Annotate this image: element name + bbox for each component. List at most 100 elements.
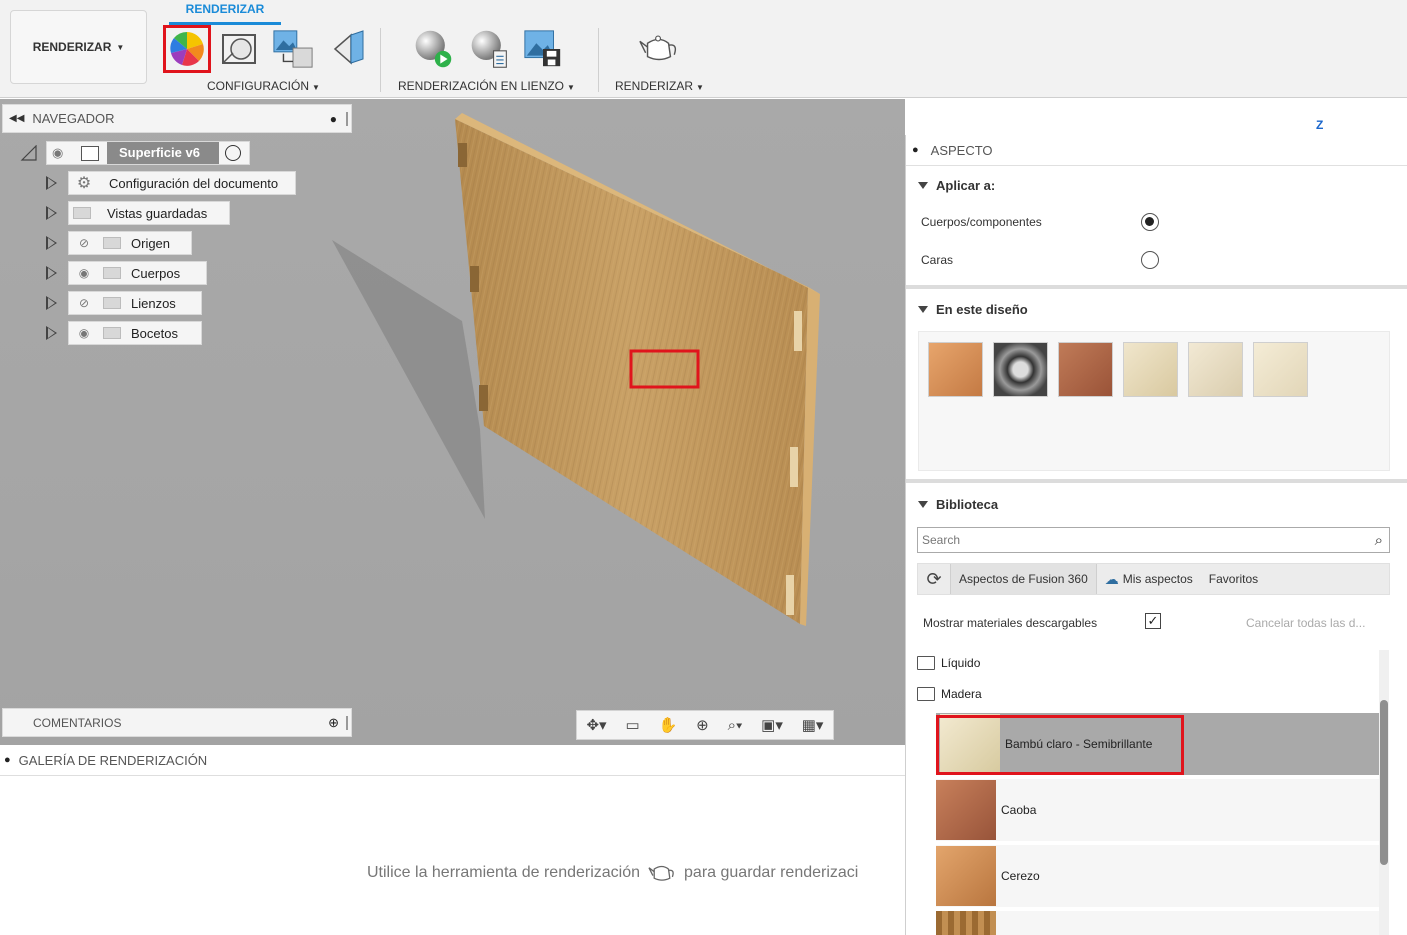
decal-button[interactable]: [328, 28, 370, 70]
browser-chip[interactable]: ◉ Bocetos: [68, 321, 202, 345]
folder-liquid[interactable]: Líquido: [917, 656, 980, 670]
texture-map-button[interactable]: [272, 28, 314, 70]
browser-chip[interactable]: ⊘ Lienzos: [68, 291, 202, 315]
tab-renderizar[interactable]: RENDERIZAR: [169, 2, 281, 16]
tab-my-appearances[interactable]: Mis aspectos: [1119, 564, 1201, 594]
tab-favorites[interactable]: Favoritos: [1201, 564, 1266, 594]
collapse-panel-icon[interactable]: ◀◀: [9, 113, 24, 124]
in-canvas-render-button[interactable]: [412, 28, 454, 70]
browser-chip[interactable]: ⊘ Origen: [68, 231, 192, 255]
apply-faces-radio[interactable]: [1141, 251, 1159, 269]
render-gallery-header[interactable]: ● GALERÍA DE RENDERIZACIÓN: [0, 745, 905, 776]
render-group-dropdown[interactable]: RENDERIZAR ▼: [615, 79, 704, 93]
wood-panel-model: [332, 113, 820, 626]
show-downloadable-checkbox[interactable]: ✓: [1145, 613, 1161, 629]
expand-arrow-icon[interactable]: [46, 206, 57, 220]
panel-resize-handle[interactable]: [346, 111, 348, 126]
expand-arrow-icon[interactable]: [46, 176, 57, 190]
triangle-expander-icon: [20, 145, 37, 161]
workspace-switcher-button[interactable]: RENDERIZAR ▼: [10, 10, 147, 84]
expand-arrow-icon[interactable]: [46, 236, 57, 250]
apply-bodies-label: Cuerpos/componentes: [921, 215, 1042, 229]
cancel-all-downloads-link[interactable]: Cancelar todas las d...: [1246, 616, 1365, 630]
library-title: Biblioteca: [936, 497, 999, 512]
browser-chip[interactable]: ⚙ Configuración del documento: [68, 171, 296, 195]
panel-options-icon[interactable]: ●: [330, 112, 337, 126]
3d-viewport[interactable]: [0, 99, 905, 745]
eye-icon[interactable]: ◉: [52, 145, 63, 161]
chevron-down-icon: ▼: [567, 83, 575, 92]
section-divider: [906, 285, 1407, 289]
folder-icon: [103, 267, 121, 279]
library-search-input[interactable]: [922, 529, 1375, 551]
orbit-icon[interactable]: ✥▾: [586, 716, 606, 734]
in-canvas-group-label: RENDERIZACIÓN EN LIENZO: [398, 79, 565, 93]
display-settings-icon[interactable]: ▣▾: [761, 716, 783, 734]
expand-arrow-icon[interactable]: [46, 296, 57, 310]
hidden-eye-icon[interactable]: ⊘: [69, 236, 99, 250]
swatch-light-wood[interactable]: [1123, 342, 1178, 397]
swatch-mahogany[interactable]: [1058, 342, 1113, 397]
material-item-mahogany[interactable]: Caoba: [936, 779, 1379, 841]
view-cube[interactable]: Z: [1316, 118, 1376, 136]
appearance-tool-button[interactable]: [163, 25, 211, 73]
swatch-oak[interactable]: [928, 342, 983, 397]
expand-arrow-icon[interactable]: [46, 326, 57, 340]
capture-image-button[interactable]: [522, 28, 564, 70]
eye-icon[interactable]: ◉: [69, 266, 99, 280]
material-item-cherry[interactable]: Cerezo: [936, 845, 1379, 907]
look-at-icon[interactable]: ▭: [625, 716, 639, 734]
material-label: Cerezo: [1001, 869, 1040, 883]
section-divider: [906, 479, 1407, 483]
scene-settings-button[interactable]: [218, 28, 260, 70]
setup-group-dropdown[interactable]: CONFIGURACIÓN ▼: [207, 79, 320, 93]
fit-zoom-window-icon[interactable]: ⌕▾: [728, 717, 743, 734]
material-item-bamboo[interactable]: Bambú claro - Semibrillante: [936, 713, 1379, 775]
gallery-hint-after: para guardar renderizaci: [684, 864, 859, 881]
material-item-partial[interactable]: [936, 911, 1379, 935]
browser-chip[interactable]: ◉ Cuerpos: [68, 261, 207, 285]
zoom-icon[interactable]: ⊕: [696, 716, 709, 734]
library-section-toggle[interactable]: Biblioteca: [918, 497, 998, 512]
folder-icon: [103, 237, 121, 249]
render-group-label: RENDERIZAR: [615, 79, 694, 93]
search-icon[interactable]: ⌕: [1375, 532, 1383, 549]
browser-panel-header[interactable]: ◀◀ NAVEGADOR ●: [2, 104, 352, 133]
comments-panel-header[interactable]: COMENTARIOS ⊕: [2, 708, 352, 737]
grid-settings-icon[interactable]: ▦▾: [802, 716, 824, 734]
folder-wood[interactable]: Madera: [917, 687, 982, 701]
render-sphere-play-icon: [415, 30, 452, 68]
collapse-triangle-icon: [918, 182, 928, 189]
render-button[interactable]: [638, 28, 680, 70]
pan-hand-icon[interactable]: ✋: [659, 716, 678, 734]
toolbar-divider: [598, 28, 599, 92]
appearance-header[interactable]: ● ASPECTO: [906, 135, 1407, 166]
root-chip[interactable]: ◉ Superficie v6: [46, 141, 250, 165]
hidden-eye-icon[interactable]: ⊘: [69, 296, 99, 310]
activate-radio-icon[interactable]: [225, 145, 241, 161]
expand-arrow-icon[interactable]: [46, 266, 57, 280]
swatch-birch[interactable]: [1188, 342, 1243, 397]
collapse-gallery-icon[interactable]: ●: [4, 754, 11, 766]
in-canvas-group-dropdown[interactable]: RENDERIZACIÓN EN LIENZO ▼: [398, 79, 575, 93]
collapse-dialog-icon[interactable]: ●: [912, 144, 919, 156]
scrollbar-thumb[interactable]: [1380, 700, 1388, 865]
browser-chip[interactable]: Vistas guardadas: [68, 201, 230, 225]
library-scrollbar[interactable]: [1379, 650, 1389, 935]
apply-bodies-radio[interactable]: [1141, 213, 1159, 231]
toolbar-divider: [380, 28, 381, 92]
folder-icon: [917, 687, 935, 701]
swatch-bamboo[interactable]: [1253, 342, 1308, 397]
refresh-icon[interactable]: ⟳: [918, 569, 950, 590]
eye-icon[interactable]: ◉: [69, 326, 99, 340]
in-design-section-toggle[interactable]: En este diseño: [918, 302, 1028, 317]
tab-fusion-appearances[interactable]: Aspectos de Fusion 360: [950, 564, 1097, 594]
swatch-metal-ring[interactable]: [993, 342, 1048, 397]
render-gallery-body: [0, 776, 905, 935]
in-canvas-render-settings-button[interactable]: [468, 28, 510, 70]
apply-to-section-toggle[interactable]: Aplicar a:: [918, 178, 995, 193]
panel-resize-handle[interactable]: [346, 715, 348, 730]
add-comment-icon[interactable]: ⊕: [328, 715, 339, 731]
chevron-down-icon: ▼: [312, 83, 320, 92]
render-sphere-settings-icon: [471, 30, 507, 68]
